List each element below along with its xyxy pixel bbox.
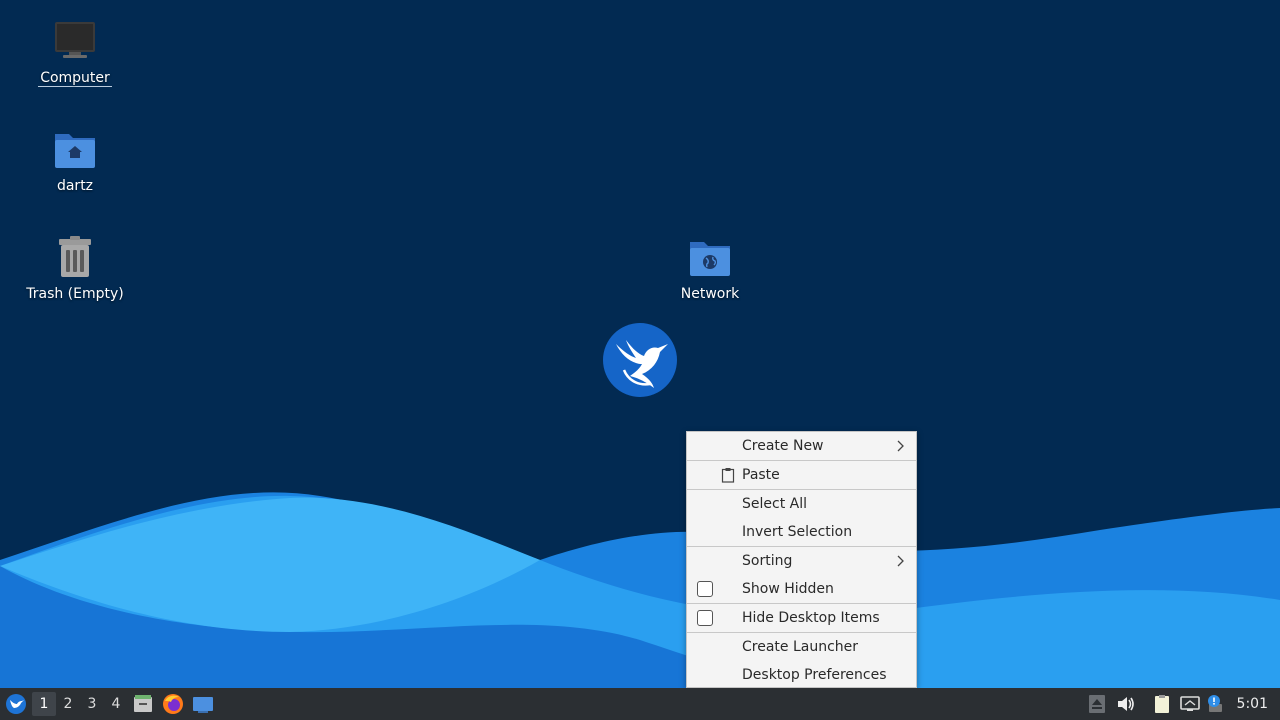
network-folder-icon xyxy=(690,242,730,276)
desktop-icon-home-folder[interactable]: dartz xyxy=(20,126,130,194)
home-folder-icon xyxy=(55,134,95,168)
clipboard-icon xyxy=(721,468,735,483)
workspace-4-button[interactable]: 4 xyxy=(104,692,128,716)
computer-icon xyxy=(55,22,95,58)
start-menu-icon xyxy=(6,694,26,714)
show-desktop-icon xyxy=(193,697,213,713)
menu-item-create-new[interactable]: Create New xyxy=(687,432,916,460)
eject-button[interactable] xyxy=(1083,688,1111,720)
menu-item-sorting[interactable]: Sorting xyxy=(687,547,916,575)
desktop[interactable]: Computer dartz Trash (Empty) Network Cre… xyxy=(0,0,1280,688)
menu-item-label: Select All xyxy=(742,496,807,512)
desktop-icon-label: Network xyxy=(680,286,740,302)
hummingbird-logo-icon xyxy=(603,323,677,397)
workspace-3-button[interactable]: 3 xyxy=(80,692,104,716)
clock[interactable]: 5:01 xyxy=(1227,696,1280,712)
volume-button[interactable] xyxy=(1111,688,1141,720)
menu-item-label: Hide Desktop Items xyxy=(742,610,880,626)
workspace-2-button[interactable]: 2 xyxy=(56,692,80,716)
menu-item-desktop-preferences[interactable]: Desktop Preferences xyxy=(687,661,916,688)
menu-item-label: Create Launcher xyxy=(742,639,859,655)
chevron-right-icon xyxy=(897,440,904,452)
firefox-launcher[interactable] xyxy=(158,688,188,720)
menu-item-create-launcher[interactable]: Create Launcher xyxy=(687,633,916,661)
menu-item-show-hidden[interactable]: Show Hidden xyxy=(687,575,916,603)
menu-item-label: Invert Selection xyxy=(742,524,853,540)
system-tray: 5:01 xyxy=(1083,688,1280,720)
menu-item-label: Show Hidden xyxy=(742,581,834,597)
volume-icon xyxy=(1117,697,1134,711)
menu-item-label: Sorting xyxy=(742,553,793,569)
desktop-context-menu: Create New Paste Select All Invert Selec… xyxy=(686,431,917,688)
update-notifier-button[interactable] xyxy=(1203,688,1227,720)
desktop-icon-label: Computer xyxy=(38,70,112,87)
file-manager-launcher[interactable] xyxy=(128,688,158,720)
menu-item-label: Desktop Preferences xyxy=(742,667,887,683)
taskbar: 1 2 3 4 5:01 xyxy=(0,688,1280,720)
trash-icon xyxy=(59,236,91,277)
network-icon xyxy=(1179,696,1200,711)
firefox-icon xyxy=(163,694,183,714)
eject-icon xyxy=(1088,695,1105,713)
hide-desktop-items-checkbox[interactable] xyxy=(697,610,713,626)
update-notifier-icon xyxy=(1207,695,1222,712)
menu-item-label: Paste xyxy=(742,467,780,483)
chevron-right-icon xyxy=(897,555,904,567)
desktop-icon-label: Trash (Empty) xyxy=(26,286,124,302)
desktop-icon-label: dartz xyxy=(56,178,94,194)
network-button[interactable] xyxy=(1177,688,1203,720)
show-desktop-launcher[interactable] xyxy=(188,688,218,720)
menu-item-invert-selection[interactable]: Invert Selection xyxy=(687,518,916,546)
menu-item-hide-desktop-items[interactable]: Hide Desktop Items xyxy=(687,604,916,632)
show-hidden-checkbox[interactable] xyxy=(697,581,713,597)
workspace-switcher: 1 2 3 4 xyxy=(32,688,128,720)
desktop-icon-trash[interactable]: Trash (Empty) xyxy=(20,234,130,302)
desktop-icon-network[interactable]: Network xyxy=(655,234,765,302)
start-menu-button[interactable] xyxy=(0,688,32,720)
desktop-icon-computer[interactable]: Computer xyxy=(20,18,130,87)
clipboard-manager-icon xyxy=(1154,695,1169,713)
file-manager-icon xyxy=(134,695,152,712)
menu-item-paste[interactable]: Paste xyxy=(687,461,916,489)
workspace-1-button[interactable]: 1 xyxy=(32,692,56,716)
menu-item-label: Create New xyxy=(742,438,824,454)
menu-item-select-all[interactable]: Select All xyxy=(687,490,916,518)
clipboard-manager-button[interactable] xyxy=(1147,688,1177,720)
